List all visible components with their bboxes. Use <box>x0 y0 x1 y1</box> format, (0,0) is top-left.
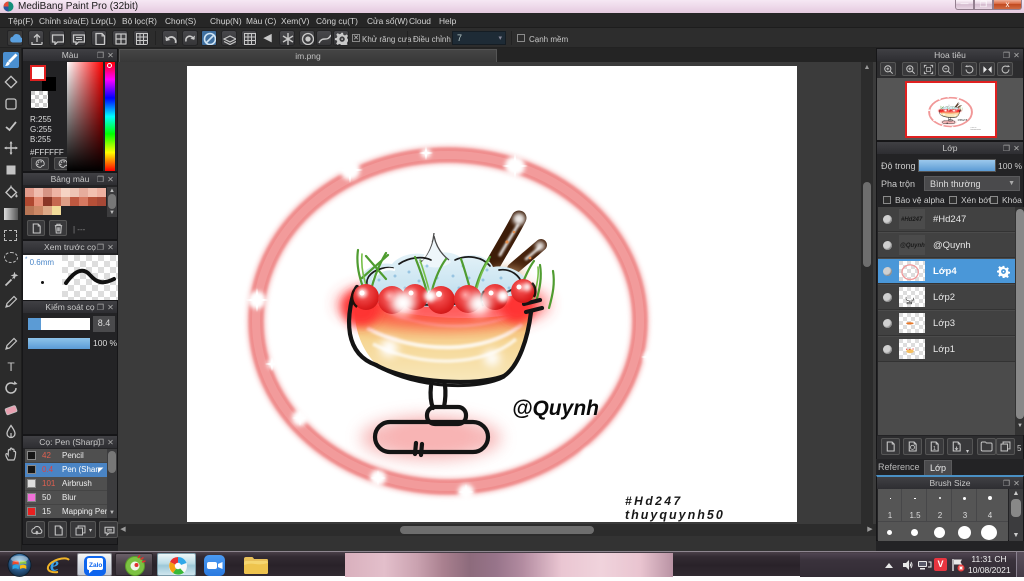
svg-text:1: 1 <box>933 446 936 452</box>
svg-text:#Hd247: #Hd247 <box>901 217 923 223</box>
svg-text:@Quynh: @Quynh <box>900 243 925 249</box>
svg-text:Zalo: Zalo <box>89 562 102 569</box>
